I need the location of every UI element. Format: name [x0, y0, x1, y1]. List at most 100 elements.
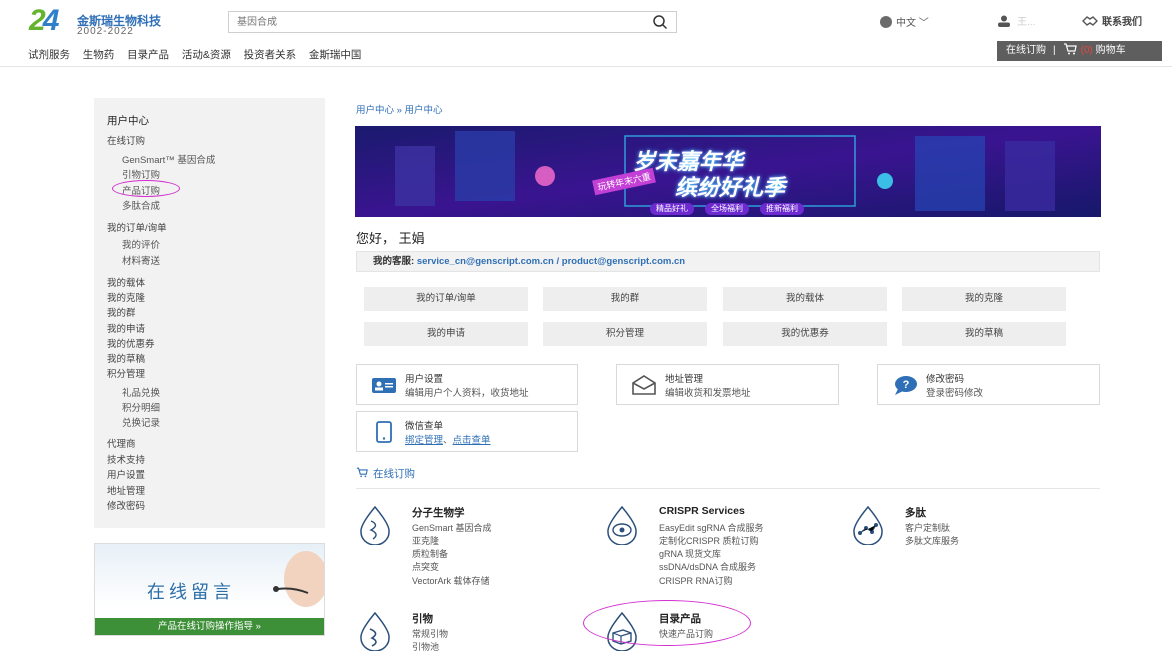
wechat-links: 绑定管理、点击查单: [405, 432, 491, 446]
nav-catalog-products[interactable]: 目录产品: [127, 49, 169, 61]
sidebar-my-orders[interactable]: 我的订单/询单: [107, 220, 167, 234]
peptide-drop-icon: [853, 505, 883, 545]
breadcrumb[interactable]: 用户中心 » 用户中心: [356, 102, 443, 116]
search-input[interactable]: [229, 12, 629, 32]
banner-title-line2: 缤纷好礼季: [675, 176, 786, 201]
category-item[interactable]: 客户定制肽: [905, 521, 950, 534]
section-divider: [356, 488, 1100, 489]
category-item[interactable]: 亚克隆: [412, 534, 439, 547]
banner-pill-3: 推新福利: [760, 203, 804, 215]
highlight-annotation-oval: [112, 180, 180, 197]
sidebar-item-agents[interactable]: 代理商: [107, 436, 136, 450]
quick-my-clones-button[interactable]: 我的克隆: [902, 287, 1066, 311]
address-title: 地址管理: [665, 374, 704, 385]
sidebar-item-my-clones[interactable]: 我的克隆: [107, 290, 145, 304]
category-item[interactable]: 多肽文库服务: [905, 534, 959, 547]
sidebar-item-exchange-records[interactable]: 兑换记录: [122, 415, 160, 429]
user-name: 王...: [1017, 17, 1036, 28]
online-order-heading[interactable]: 在线订购: [356, 466, 415, 481]
user-settings-card[interactable]: 用户设置 编辑用户个人资料，收货地址: [356, 364, 578, 405]
category-title: 引物: [412, 613, 433, 625]
address-card[interactable]: 地址管理 编辑收货和发票地址: [616, 364, 839, 405]
service-emails[interactable]: service_cn@genscript.com.cn / product@ge…: [417, 256, 685, 267]
nav-events-resources[interactable]: 活动&资源: [182, 49, 231, 61]
query-order-link[interactable]: 点击查单: [453, 435, 491, 446]
category-item[interactable]: 点突变: [412, 560, 439, 573]
sidebar-item-material-shipping[interactable]: 材料寄送: [122, 253, 160, 267]
language-selector[interactable]: 中文 ﹀: [880, 14, 929, 29]
change-password-card[interactable]: ? 修改密码 登录密码修改: [877, 364, 1100, 405]
quick-my-applications-button[interactable]: 我的申请: [364, 322, 528, 346]
sidebar-item-my-drafts[interactable]: 我的草稿: [107, 351, 145, 365]
sidebar: 用户中心 在线订购 GenSmart™ 基因合成 引物订购 产品订购 多肽合成 …: [94, 98, 325, 528]
primer-drop-icon: [360, 611, 390, 651]
user-settings-desc: 编辑用户个人资料，收货地址: [405, 388, 529, 399]
sidebar-item-points[interactable]: 积分管理: [107, 366, 145, 380]
sidebar-item-points-detail[interactable]: 积分明细: [122, 400, 160, 414]
nav-biologics[interactable]: 生物药: [83, 49, 115, 61]
wechat-query-title: 微信查单: [405, 421, 444, 432]
sidebar-item-my-groups[interactable]: 我的群: [107, 305, 136, 319]
cart-icon: [356, 467, 368, 478]
category-item[interactable]: ssDNA/dsDNA 合成服务: [659, 560, 756, 573]
quick-my-groups-button[interactable]: 我的群: [543, 287, 707, 311]
sidebar-item-change-password[interactable]: 修改密码: [107, 498, 145, 512]
cart-count: (0): [1080, 45, 1093, 56]
top-header: 24 金斯瑞生物科技 2002-2022 中文 ﹀ 王... 联系我们 试剂服务…: [0, 0, 1172, 67]
category-title: 分子生物学: [412, 507, 465, 519]
quick-my-coupons-button[interactable]: 我的优惠券: [723, 322, 887, 346]
cart-icon[interactable]: [1063, 43, 1077, 55]
category-title: 多肽: [905, 507, 926, 519]
nav-genscript-china[interactable]: 金斯瑞中国: [309, 49, 362, 61]
online-message-ad[interactable]: 在线留言 产品在线订购操作指导 »: [94, 543, 325, 636]
question-bubble-icon: ?: [895, 376, 917, 395]
sidebar-item-tech-support[interactable]: 技术支持: [107, 452, 145, 466]
quick-my-vectors-button[interactable]: 我的载体: [723, 287, 887, 311]
sidebar-item-my-coupons[interactable]: 我的优惠券: [107, 336, 155, 350]
sidebar-user-center[interactable]: 用户中心: [107, 113, 149, 128]
category-title: CRISPR Services: [659, 505, 745, 517]
logo-years: 2002-2022: [77, 26, 134, 37]
search-icon[interactable]: [652, 14, 668, 30]
category-item[interactable]: 引物池: [412, 640, 439, 651]
sidebar-item-primer-order[interactable]: 引物订购: [122, 167, 160, 181]
sidebar-item-peptide-synthesis[interactable]: 多肽合成: [122, 198, 160, 212]
bind-management-link[interactable]: 绑定管理: [405, 435, 443, 446]
nav-investor-relations[interactable]: 投资者关系: [244, 49, 297, 61]
wechat-query-card: 微信查单 绑定管理、点击查单: [356, 411, 578, 452]
sidebar-item-my-applications[interactable]: 我的申请: [107, 321, 145, 335]
online-order-link[interactable]: 在线订购: [1006, 45, 1046, 56]
category-item[interactable]: gRNA 现货文库: [659, 547, 721, 560]
cart-label[interactable]: 购物车: [1096, 45, 1126, 56]
order-guide-button[interactable]: 产品在线订购操作指导 »: [95, 618, 324, 635]
category-item[interactable]: VectorArk 载体存储: [412, 574, 490, 587]
category-item[interactable]: GenSmart 基因合成: [412, 521, 492, 534]
chevron-down-icon: ﹀: [918, 18, 929, 29]
logo[interactable]: 24 金斯瑞生物科技 2002-2022: [29, 4, 199, 38]
user-icon: [998, 15, 1010, 27]
category-item[interactable]: CRISPR RNA订购: [659, 574, 733, 587]
quick-my-drafts-button[interactable]: 我的草稿: [902, 322, 1066, 346]
search-box: [228, 11, 677, 33]
sidebar-online-order[interactable]: 在线订购: [107, 133, 145, 147]
category-item[interactable]: 定制化CRISPR 质粒订购: [659, 534, 759, 547]
mobile-phone-icon: [376, 421, 392, 443]
quick-my-orders-button[interactable]: 我的订单/询单: [364, 287, 528, 311]
change-password-title: 修改密码: [926, 374, 965, 385]
sidebar-item-my-reviews[interactable]: 我的评价: [122, 237, 160, 251]
nav-reagent-services[interactable]: 试剂服务: [28, 49, 70, 61]
user-menu[interactable]: 王...: [997, 13, 1035, 28]
crispr-drop-icon: [607, 505, 637, 545]
sidebar-item-user-settings[interactable]: 用户设置: [107, 467, 145, 481]
highlight-annotation-oval: [583, 600, 751, 646]
category-item[interactable]: EasyEdit sgRNA 合成服务: [659, 521, 764, 534]
quick-points-button[interactable]: 积分管理: [543, 322, 707, 346]
contact-us-link[interactable]: 联系我们: [1082, 13, 1142, 28]
promo-banner[interactable]: 岁末嘉年华 缤纷好礼季 玩转年末六重 精品好礼 全场福利 推新福利: [355, 126, 1101, 217]
sidebar-item-gene-synthesis[interactable]: GenSmart™ 基因合成: [122, 152, 215, 166]
category-item[interactable]: 常规引物: [412, 627, 448, 640]
sidebar-item-my-vectors[interactable]: 我的载体: [107, 275, 145, 289]
sidebar-item-gift-exchange[interactable]: 礼品兑换: [122, 385, 160, 399]
sidebar-item-address[interactable]: 地址管理: [107, 483, 145, 497]
category-item[interactable]: 质粒制备: [412, 547, 448, 560]
